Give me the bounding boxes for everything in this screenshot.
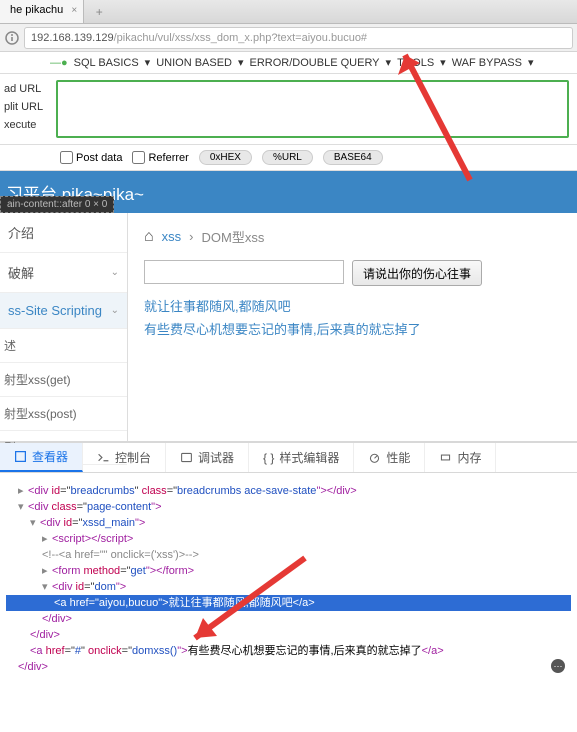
checkbox[interactable] [132, 151, 145, 164]
devtools-tab-console[interactable]: 控制台 [83, 443, 166, 472]
browser-tab-strip: he pikachu × + [0, 0, 577, 24]
sidebar-item[interactable]: 介绍 [0, 213, 127, 253]
devtools-tab-inspector[interactable]: 查看器 [0, 443, 83, 472]
checkbox[interactable] [60, 151, 73, 164]
sidebar-sub[interactable]: 射型xss(post) [0, 397, 127, 431]
hackbar-menu-sql[interactable]: SQL BASICS [74, 57, 139, 69]
chevron-down-icon: ⌄ [111, 305, 119, 316]
close-icon[interactable]: × [71, 5, 77, 16]
page-header: 习平台 pika~pika~ ain-content::after 0 × 0 [0, 171, 577, 213]
hackbar-options: Post data Referrer 0xHEX %URL BASE64 [0, 145, 577, 171]
performance-icon [368, 451, 381, 464]
url-host: 192.168.139.129 [31, 32, 114, 44]
hackbar-menu-waf[interactable]: WAF BYPASS [452, 57, 522, 69]
debugger-icon [180, 451, 193, 464]
input-form: 请说出你的伤心往事 [144, 260, 561, 286]
opt-referrer[interactable]: Referrer [132, 151, 188, 164]
hackbar-panel: ad URL plit URL xecute [0, 74, 577, 145]
sidebar-sub[interactable]: 述 [0, 329, 127, 363]
devtools-tab-debugger[interactable]: 调试器 [166, 443, 249, 472]
address-bar[interactable]: 192.168.139.129/pikachu/vul/xss/xss_dom_… [24, 27, 573, 49]
devtools-tab-style[interactable]: { } 样式编辑器 [249, 443, 354, 472]
breadcrumb-link[interactable]: xss [162, 229, 182, 244]
new-tab-button[interactable]: + [84, 0, 114, 23]
submit-button[interactable]: 请说出你的伤心往事 [352, 260, 482, 286]
hackbar-toolbar: —● SQL BASICS▾ UNION BASED▾ ERROR/DOUBLE… [0, 52, 577, 74]
devtools-tab-memory[interactable]: 内存 [425, 443, 496, 472]
result-link-2[interactable]: 有些费尽心机想要忘记的事情,后来真的就忘掉了 [144, 319, 561, 338]
event-bubble-icon[interactable]: ⋯ [551, 659, 565, 673]
info-icon [4, 30, 20, 46]
hackbar-menu-error[interactable]: ERROR/DOUBLE QUERY [250, 57, 380, 69]
result-links: 就让往事都随风,都随风吧 有些费尽心机想要忘记的事情,后来真的就忘掉了 [144, 296, 561, 338]
devtools-tab-perf[interactable]: 性能 [354, 443, 425, 472]
tab-title: he pikachu [10, 4, 63, 16]
hackbar-split-url[interactable]: plit URL [4, 98, 52, 116]
hackbar-execute[interactable]: xecute [4, 116, 52, 134]
console-icon [97, 451, 110, 464]
url-path: /pikachu/vul/xss/xss_dom_x.php?text=aiyo… [114, 32, 367, 44]
main-panel: ⌂ xss › DOM型xss 请说出你的伤心往事 就让往事都随风,都随风吧 有… [128, 213, 577, 441]
sidebar-sub[interactable]: 射型xss(get) [0, 363, 127, 397]
devtools-selected-node[interactable]: <a href="aiyou,bucuo">就让往事都随风,都随风吧</a> [6, 595, 571, 611]
style-icon: { } [263, 451, 274, 465]
sidebar-item[interactable]: 破解⌄ [0, 253, 127, 293]
breadcrumb-current: DOM型xss [202, 227, 265, 246]
chevron-right-icon: › [189, 229, 193, 244]
opt-post-data[interactable]: Post data [60, 151, 122, 164]
hackbar-menu-union[interactable]: UNION BASED [156, 57, 232, 69]
devtools-tabs: 查看器 控制台 调试器 { } 样式编辑器 性能 内存 [0, 443, 577, 473]
hackbar-url-box[interactable] [56, 80, 569, 138]
pill-hex[interactable]: 0xHEX [199, 150, 252, 165]
pill-url[interactable]: %URL [262, 150, 313, 165]
result-link-1[interactable]: 就让往事都随风,都随风吧 [144, 296, 561, 315]
memory-icon [439, 451, 452, 464]
home-icon[interactable]: ⌂ [144, 228, 154, 246]
devtools-dom-tree[interactable]: ▸<div id="breadcrumbs" class="breadcrumb… [0, 473, 577, 683]
inspector-icon [14, 450, 27, 463]
page-content: 介绍 破解⌄ ss-Site Scripting⌄ 述 射型xss(get) 射… [0, 213, 577, 441]
hackbar-load-url[interactable]: ad URL [4, 80, 52, 98]
text-input[interactable] [144, 260, 344, 284]
browser-tab[interactable]: he pikachu × [0, 0, 84, 23]
breadcrumb: ⌂ xss › DOM型xss [144, 227, 561, 246]
sidebar-item-xss[interactable]: ss-Site Scripting⌄ [0, 293, 127, 329]
address-bar-row: 192.168.139.129/pikachu/vul/xss/xss_dom_… [0, 24, 577, 52]
hackbar-menu-tools[interactable]: TOOLS [397, 57, 434, 69]
sidebar: 介绍 破解⌄ ss-Site Scripting⌄ 述 射型xss(get) 射… [0, 213, 128, 441]
pill-base64[interactable]: BASE64 [323, 150, 383, 165]
hackbar-actions: ad URL plit URL xecute [0, 74, 56, 144]
hackbar-indicator-icon: —● [50, 57, 68, 69]
devtools: 查看器 控制台 调试器 { } 样式编辑器 性能 内存 ▸<div id="br… [0, 441, 577, 683]
chevron-down-icon: ⌄ [111, 267, 119, 278]
devtools-element-badge: ain-content::after 0 × 0 [0, 196, 114, 213]
